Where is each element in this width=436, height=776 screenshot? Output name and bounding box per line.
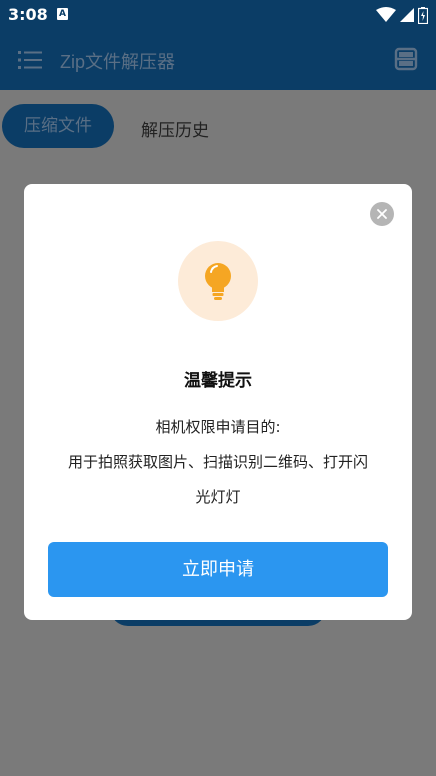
lightbulb-icon <box>205 263 231 300</box>
dialog-message-line: 用于拍照获取图片、扫描识别二维码、打开闪 <box>67 453 368 471</box>
status-bar: 3:08 A <box>0 0 436 30</box>
permission-dialog: 温馨提示 相机权限申请目的: 用于拍照获取图片、扫描识别二维码、打开闪 光灯灯 … <box>24 184 412 620</box>
dialog-title: 温馨提示 <box>184 371 252 391</box>
battery-icon <box>418 6 428 24</box>
list-menu-icon[interactable] <box>18 48 42 72</box>
tab-compressed-files[interactable]: 压缩文件 <box>2 104 114 148</box>
dialog-message-line: 光灯灯 <box>195 488 241 506</box>
status-time: 3:08 <box>8 5 48 24</box>
dialog-message-line: 相机权限申请目的: <box>155 418 281 436</box>
scan-icon[interactable] <box>394 47 418 71</box>
app-title: Zip文件解压器 <box>60 52 176 72</box>
close-icon <box>377 209 387 219</box>
bulb-badge <box>178 241 258 321</box>
tab-extract-history[interactable]: 解压历史 <box>141 116 209 141</box>
wifi-icon <box>376 7 396 22</box>
apply-now-button[interactable]: 立即申请 <box>48 542 388 597</box>
close-button[interactable] <box>370 202 394 226</box>
notification-a-icon: A <box>57 8 68 20</box>
app-bar: Zip文件解压器 <box>0 30 436 90</box>
status-icons <box>376 6 428 24</box>
signal-icon <box>400 8 414 22</box>
